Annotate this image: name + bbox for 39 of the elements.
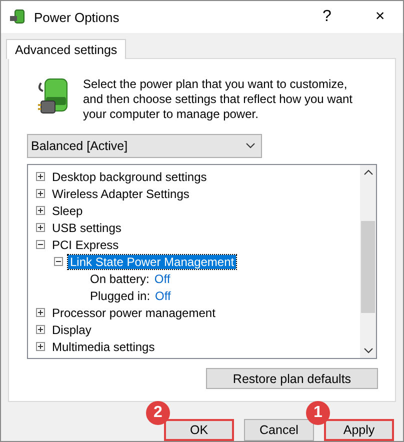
step-badge: 2 [146, 401, 170, 425]
expand-icon[interactable] [36, 189, 45, 198]
tree-item[interactable]: Desktop background settings [50, 170, 209, 184]
tree-item[interactable]: Sleep [50, 204, 85, 218]
expand-icon[interactable] [36, 172, 45, 181]
collapse-icon[interactable] [36, 240, 45, 249]
setting-label: Plugged in: [89, 288, 150, 302]
battery-plug-icon [9, 8, 27, 26]
close-button[interactable]: × [357, 1, 403, 33]
tree-item[interactable]: PCI Express [50, 238, 121, 252]
collapse-icon[interactable] [54, 257, 63, 266]
tree-item[interactable]: USB settings [50, 220, 124, 234]
description-text: Select the power plan that you want to customize, and then choose settings that reflect how you want your computer to manage power. [83, 77, 354, 122]
window-title: Power Options [34, 10, 120, 24]
help-button[interactable]: ? [304, 1, 350, 33]
expand-icon[interactable] [36, 223, 45, 232]
plan-dropdown[interactable]: Balanced [Active] [27, 134, 262, 158]
setting-value[interactable]: Off [155, 288, 171, 302]
tab[interactable]: Advanced settings [6, 39, 126, 59]
setting-value[interactable]: Off [154, 272, 170, 286]
setting-label: On battery: [89, 272, 150, 286]
tree-item[interactable]: Wireless Adapter Settings [50, 186, 192, 200]
chevron-up-icon[interactable] [364, 169, 372, 175]
scrollbar[interactable] [360, 165, 376, 358]
chevron-down-icon[interactable] [364, 348, 372, 354]
dialog-button[interactable]: Apply [324, 419, 394, 441]
tree-item[interactable]: Display [50, 322, 94, 336]
expand-icon[interactable] [36, 342, 45, 351]
restore-defaults-button[interactable]: Restore plan defaults [206, 368, 378, 389]
expand-icon[interactable] [36, 206, 45, 215]
scrollbar-thumb[interactable] [361, 221, 375, 313]
tree-item[interactable]: Link State Power Management [68, 254, 236, 268]
chevron-down-icon [246, 143, 255, 149]
tree-item[interactable]: Processor power management [50, 306, 218, 320]
expand-icon[interactable] [36, 308, 45, 317]
dialog-button[interactable]: Cancel [244, 419, 314, 441]
tree-item[interactable]: Multimedia settings [50, 340, 157, 354]
dialog-button[interactable]: OK [164, 419, 234, 441]
expand-icon[interactable] [36, 325, 45, 334]
